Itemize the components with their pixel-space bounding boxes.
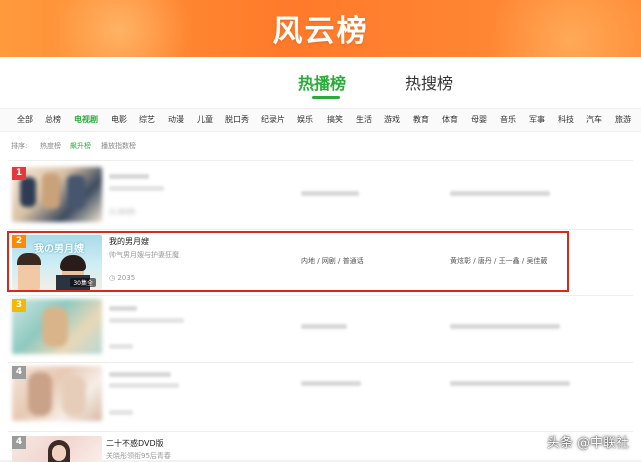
- divider: [8, 295, 633, 296]
- tab-label: 热播榜: [298, 74, 347, 93]
- tab-label: 热搜榜: [405, 74, 454, 93]
- divider: [8, 160, 633, 161]
- category-talk-show[interactable]: 脱口秀: [225, 114, 249, 125]
- category-military[interactable]: 军事: [529, 114, 545, 125]
- main-tabs: 热播榜 热搜榜: [0, 70, 641, 104]
- category-comedy[interactable]: 搞笑: [327, 114, 343, 125]
- rank-badge: 4: [12, 366, 26, 379]
- watermark: 头条 @中联社: [546, 436, 629, 451]
- list-item[interactable]: 4: [8, 364, 633, 426]
- highlight-box: [7, 231, 569, 292]
- thumbnail-figure: [42, 173, 60, 209]
- category-life[interactable]: 生活: [356, 114, 372, 125]
- blurred-title: [109, 306, 137, 311]
- list-item[interactable]: 4 二十不惑DVD版 关晓彤领衔95后青春: [8, 434, 633, 462]
- sort-option-play-index[interactable]: 播放指数榜: [101, 141, 136, 151]
- blurred-tags: [301, 324, 347, 329]
- tab-hot-play[interactable]: 热播榜: [298, 70, 347, 99]
- rank-badge: 4: [12, 436, 26, 449]
- sort-label: 排序:: [11, 142, 28, 150]
- sort-option-rising[interactable]: 飙升榜: [70, 141, 91, 151]
- list-item[interactable]: 3: [8, 298, 633, 358]
- thumbnail-figure: [67, 175, 85, 209]
- thumbnail-figure: [62, 376, 86, 416]
- page: 风云榜 热播榜 热搜榜 全部 总榜 电视剧 电影 综艺 动漫 儿童 脱口秀 纪录…: [0, 0, 641, 462]
- category-variety[interactable]: 综艺: [139, 114, 155, 125]
- blurred-cast: [450, 381, 570, 386]
- category-sports[interactable]: 体育: [442, 114, 458, 125]
- category-car[interactable]: 汽车: [586, 114, 602, 125]
- category-music[interactable]: 音乐: [500, 114, 516, 125]
- thumbnail-figure: [28, 372, 52, 416]
- blurred-views: [109, 410, 133, 415]
- blurred-title: [109, 174, 149, 179]
- category-education[interactable]: 教育: [413, 114, 429, 125]
- active-tab-underline: [312, 96, 340, 99]
- thumbnail-figure: [42, 307, 68, 347]
- blurred-title: [109, 372, 171, 377]
- divider: [8, 229, 633, 230]
- divider: [8, 362, 633, 363]
- blurred-subtitle: [109, 383, 179, 388]
- list-item[interactable]: 1 ◷ 2035: [8, 165, 633, 225]
- category-mother-baby[interactable]: 母婴: [471, 114, 487, 125]
- tab-hot-search[interactable]: 热搜榜: [405, 70, 453, 94]
- rank-badge: 1: [12, 167, 26, 180]
- category-entertainment[interactable]: 娱乐: [297, 114, 313, 125]
- blurred-views: [109, 344, 133, 349]
- blurred-tags: [301, 381, 361, 386]
- rank-badge: 3: [12, 299, 26, 312]
- thumbnail-face: [52, 445, 66, 461]
- show-title[interactable]: 二十不惑DVD版: [106, 438, 164, 449]
- category-kids[interactable]: 儿童: [197, 114, 213, 125]
- view-count: ◷ 2035: [109, 208, 136, 216]
- banner: 风云榜: [0, 0, 641, 57]
- category-bar: 全部 总榜 电视剧 电影 综艺 动漫 儿童 脱口秀 纪录片 娱乐 搞笑 生活 游…: [0, 108, 641, 132]
- divider: [8, 431, 633, 432]
- category-movie[interactable]: 电影: [111, 114, 127, 125]
- blurred-subtitle: [109, 186, 164, 191]
- thumbnail-figure: [20, 177, 36, 207]
- category-tech[interactable]: 科技: [558, 114, 574, 125]
- blurred-cast: [450, 324, 560, 329]
- sort-option-heat[interactable]: 热度榜: [40, 141, 61, 151]
- category-all[interactable]: 全部: [17, 114, 33, 125]
- category-tv[interactable]: 电视剧: [74, 114, 98, 125]
- category-overall[interactable]: 总榜: [45, 114, 61, 125]
- banner-title: 风云榜: [272, 14, 369, 49]
- blurred-cast: [450, 191, 550, 196]
- category-documentary[interactable]: 纪录片: [261, 114, 285, 125]
- category-travel[interactable]: 旅游: [615, 114, 631, 125]
- category-anime[interactable]: 动漫: [168, 114, 184, 125]
- blurred-tags: [301, 191, 359, 196]
- category-game[interactable]: 游戏: [384, 114, 400, 125]
- blurred-subtitle: [109, 318, 184, 323]
